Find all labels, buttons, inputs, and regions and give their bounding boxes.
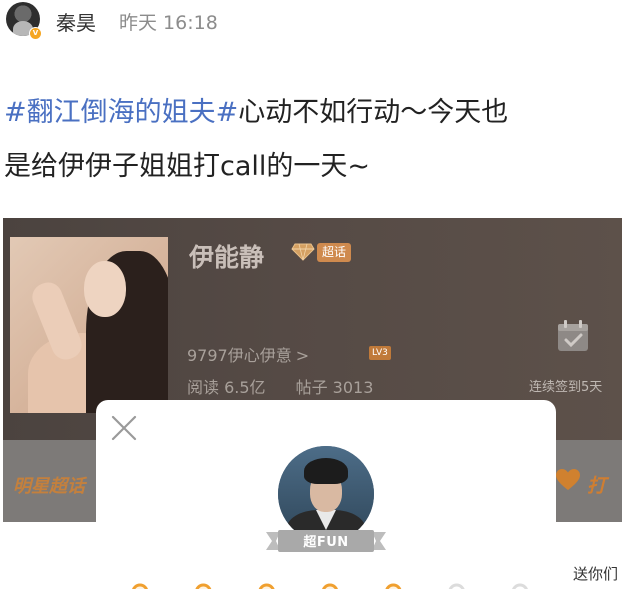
- author-name[interactable]: 秦昊: [56, 7, 96, 36]
- super-topic-badge: 超话: [317, 243, 352, 262]
- progress-dot-filled: [258, 583, 275, 589]
- posts-value: 3013: [332, 378, 374, 397]
- post-timestamp: 昨天 16:18: [119, 12, 218, 34]
- verified-badge-icon: V: [29, 27, 42, 40]
- progress-dot-empty: [448, 583, 465, 589]
- post-text-line-1: #翻江倒海的姐夫#心动不如行动～今天也: [4, 86, 622, 140]
- progress-dot-empty: [512, 583, 528, 589]
- progress-dot-filled: [322, 583, 338, 589]
- post-text: #翻江倒海的姐夫#心动不如行动～今天也 是给伊伊子姐姐打call的一天~: [4, 86, 622, 194]
- post-header: V 秦昊 昨天 16:18: [0, 0, 622, 40]
- topic-name: 伊能静: [189, 243, 265, 272]
- fan-group-name: 9797伊心伊意: [187, 346, 292, 365]
- watermark: 送你们: [570, 563, 620, 584]
- close-icon[interactable]: [108, 412, 140, 444]
- checkin-popup: 超FUN: [96, 400, 556, 589]
- post-text-line-2: 是给伊伊子姐姐打call的一天~: [4, 151, 371, 182]
- progress-dot-filled: [385, 583, 402, 589]
- chevron-right-icon: >: [295, 346, 310, 365]
- star-super-topic-label[interactable]: 明星超话: [13, 472, 85, 498]
- fan-group-link[interactable]: 9797伊心伊意 >: [187, 342, 309, 366]
- reads-label: 阅读: [187, 378, 220, 397]
- ribbon-label: 超FUN: [303, 535, 349, 550]
- progress-dot-filled: [132, 583, 148, 589]
- reads-value: 6.5亿: [224, 378, 266, 397]
- progress-dot-filled: [195, 583, 212, 589]
- calendar-check-icon[interactable]: [555, 318, 591, 354]
- checkin-status: 连续签到5天: [529, 380, 603, 395]
- heart-icon[interactable]: [555, 468, 581, 492]
- posts-label: 帖子: [295, 378, 328, 397]
- diamond-icon: [291, 243, 315, 261]
- topic-cover-photo: [10, 237, 168, 413]
- support-button-label[interactable]: 打: [587, 471, 606, 498]
- hashtag-link[interactable]: #翻江倒海的姐夫#: [4, 97, 238, 128]
- post-text-line-1-rest: 心动不如行动～今天也: [238, 97, 509, 128]
- topic-stats: 阅读 6.5亿 帖子 3013: [187, 374, 373, 398]
- checkin-progress-track: [132, 583, 528, 589]
- level-badge: LV3: [369, 346, 391, 360]
- embedded-screenshot[interactable]: 伊能静 超话 9797伊心伊意 > LV3 阅读 6.5亿 帖子 3013 连续签到…: [3, 218, 622, 589]
